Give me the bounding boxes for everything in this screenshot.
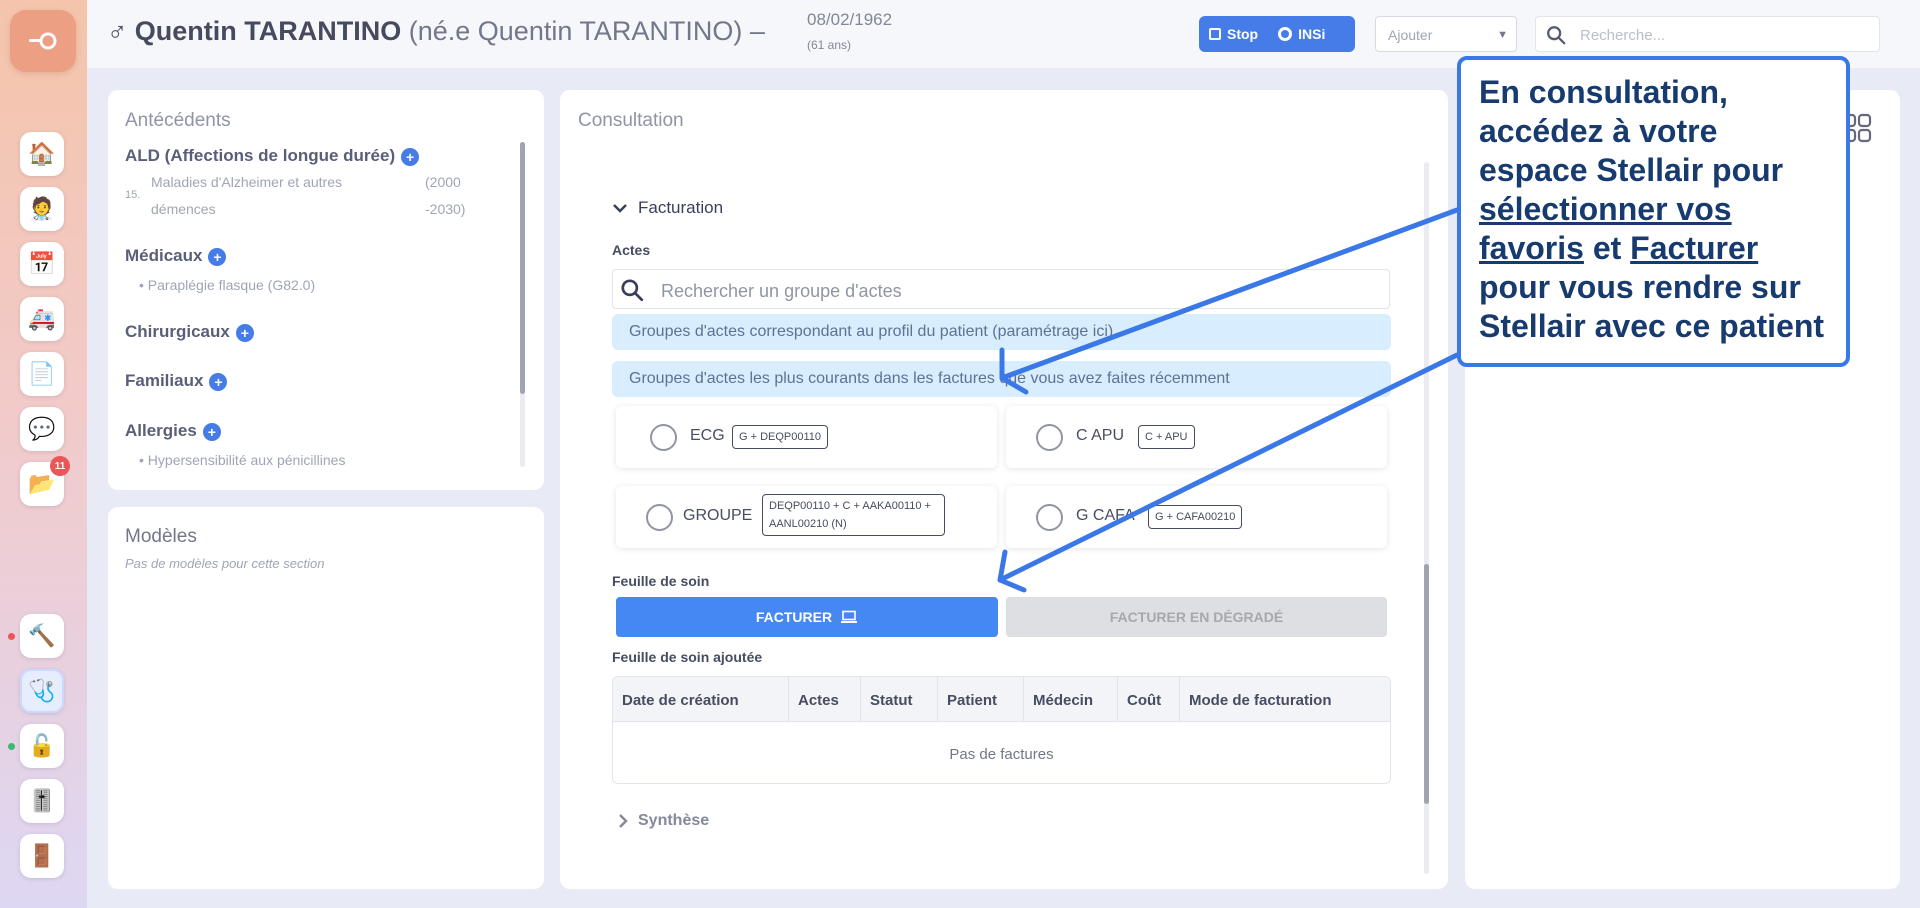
callout-line: pour vous rendre sur [1479,269,1801,305]
callout-line: accédez à votre [1479,113,1718,149]
callout-line: favoris et Facturer [1479,229,1836,268]
callout-line: sélectionner vos [1479,190,1836,229]
tutorial-callout: En consultation, accédez à votre espace … [1457,56,1850,367]
callout-facturer-word: Facturer [1630,230,1759,266]
callout-line: espace Stellair pour [1479,152,1784,188]
arrow-to-facturer [997,352,1460,583]
callout-connector: et [1583,230,1631,266]
callout-favoris-link: sélectionner vos [1479,191,1732,227]
callout-favoris-word: favoris [1479,230,1584,266]
callout-line: Stellair avec ce patient [1479,308,1825,344]
arrow-to-favoris [999,207,1460,381]
callout-line: En consultation, [1479,74,1728,110]
